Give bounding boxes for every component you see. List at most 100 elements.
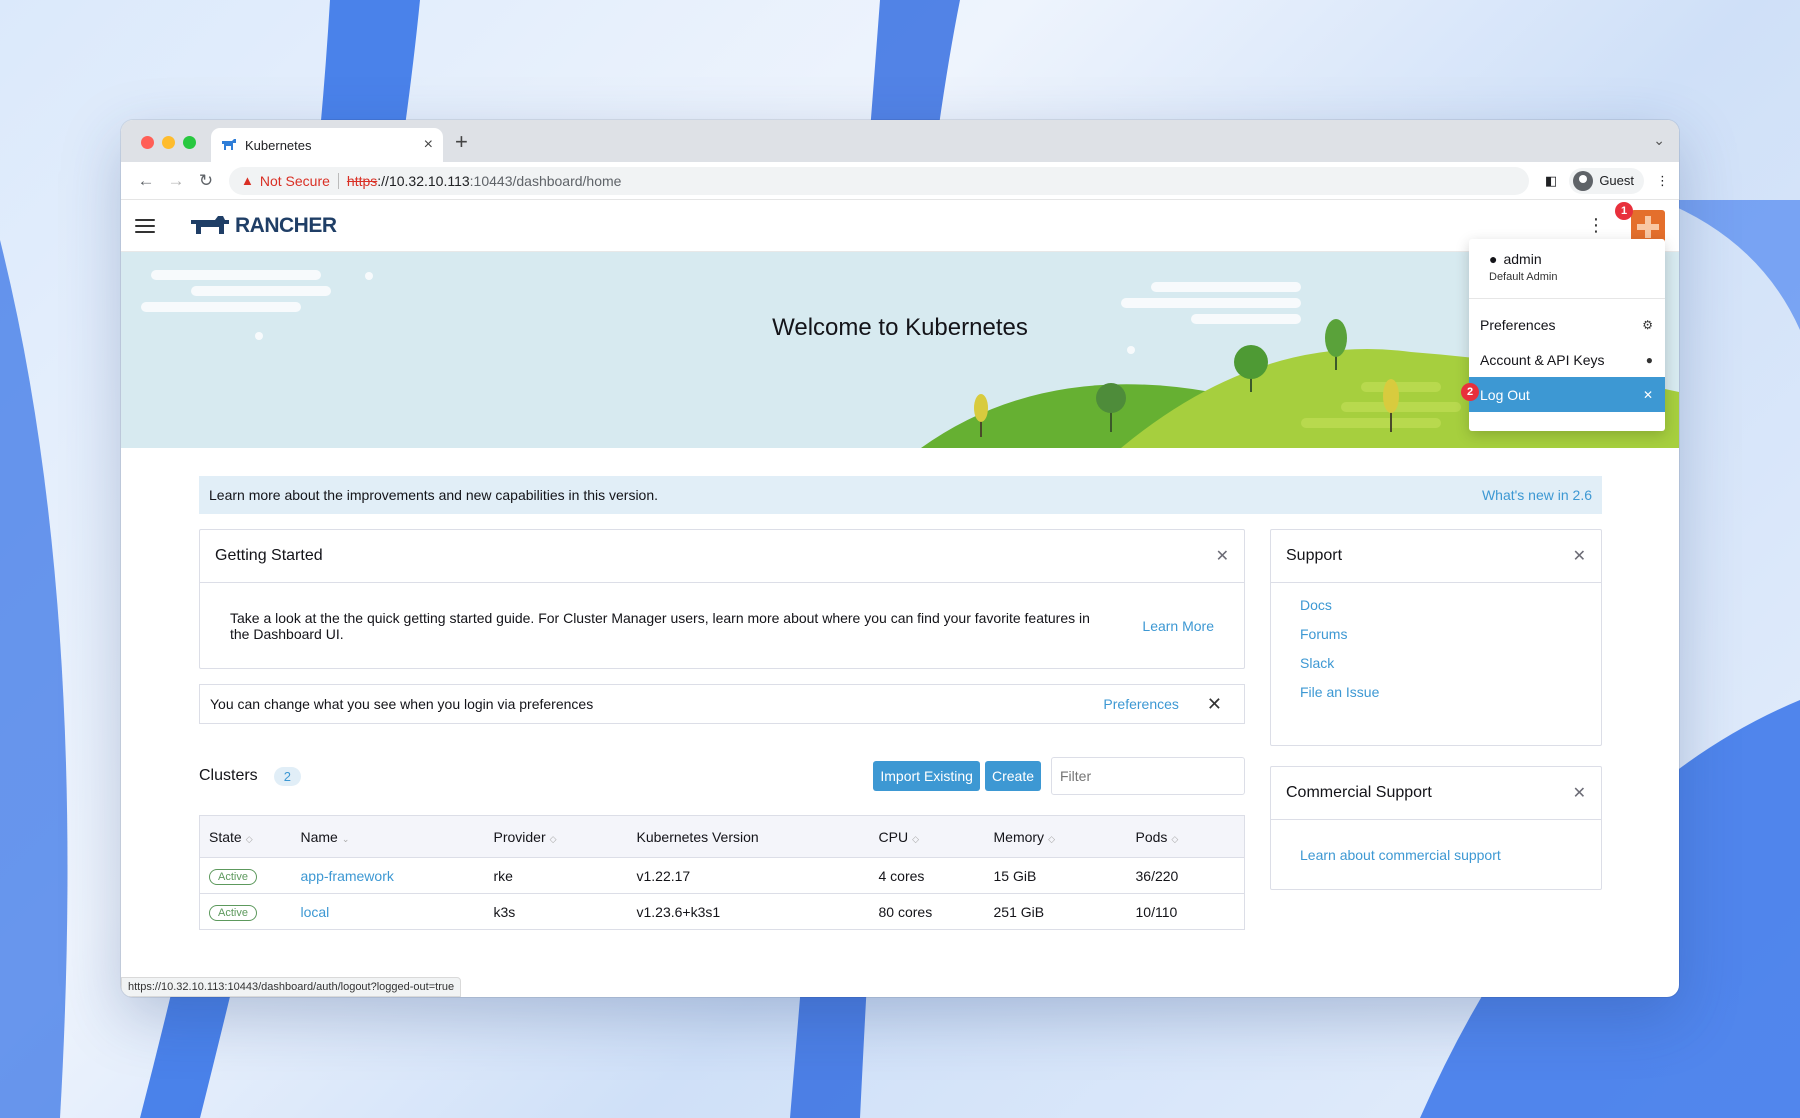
profile-avatar-icon (1573, 170, 1594, 191)
menu-item-preferences[interactable]: Preferences ⚙ (1469, 307, 1665, 342)
table-row: Active app-framework rke v1.22.17 4 core… (199, 857, 1245, 894)
url-scheme: https (346, 172, 378, 189)
memory-cell: 251 GiB (984, 893, 1127, 930)
sort-icon: ◇ (1171, 833, 1179, 844)
pods-cell: 36/220 (1126, 857, 1245, 894)
banner-illustration (141, 270, 1679, 448)
column-header-state[interactable]: State ◇ (199, 815, 292, 858)
card-title: Support (1286, 547, 1343, 564)
forward-arrow-icon[interactable]: → (161, 171, 191, 191)
preferences-notice: You can change what you see when you log… (199, 684, 1245, 724)
file-issue-link[interactable]: File an Issue (1300, 684, 1572, 700)
rancher-bull-icon (191, 215, 229, 234)
window-controls (141, 136, 196, 149)
whats-new-link[interactable]: What's new in 2.6 (1482, 487, 1592, 503)
tab-bar: Kubernetes × + ⌄ (121, 120, 1679, 162)
sort-icon: ◇ (912, 833, 919, 844)
memory-cell: 15 GiB (984, 857, 1127, 894)
browser-toolbar: ← → ↻ ▲ Not Secure https ://10.32.10.113… (121, 162, 1679, 200)
warning-icon: ▲ (241, 173, 254, 188)
clusters-count-badge: 2 (273, 766, 301, 786)
import-existing-button[interactable]: Import Existing (873, 761, 980, 791)
filter-input[interactable] (1051, 757, 1245, 795)
cluster-name-link[interactable]: local (301, 904, 330, 920)
getting-started-card: Getting Started ✕ Take a look at the the… (199, 529, 1245, 669)
menu-item-label: Preferences (1480, 316, 1556, 333)
column-header-version: Kubernetes Version (627, 815, 870, 858)
reload-icon[interactable]: ↻ (191, 171, 221, 191)
profile-button[interactable]: Guest (1569, 167, 1644, 194)
address-bar[interactable]: ▲ Not Secure https ://10.32.10.113 :1044… (229, 166, 1529, 195)
status-badge: Active (209, 868, 257, 885)
menu-item-account-api-keys[interactable]: Account & API Keys ● (1469, 342, 1665, 377)
getting-started-text: Take a look at the the quick getting sta… (230, 609, 1090, 642)
tab-search-chevron-icon[interactable]: ⌄ (1653, 132, 1665, 149)
security-label[interactable]: Not Secure (260, 173, 330, 189)
preferences-notice-text: You can change what you see when you log… (210, 696, 594, 712)
learn-more-link[interactable]: Learn More (1142, 618, 1214, 634)
rancher-header: RANCHER ⋮ 1 (121, 200, 1679, 252)
forums-link[interactable]: Forums (1300, 626, 1572, 642)
commercial-support-link[interactable]: Learn about commercial support (1300, 847, 1501, 863)
url-path: :10443/dashboard/home (469, 172, 622, 189)
profile-label: Guest (1599, 173, 1634, 188)
column-header-memory[interactable]: Memory ◇ (984, 815, 1127, 858)
sort-icon: ◇ (1048, 833, 1055, 844)
status-badge: Active (209, 904, 257, 921)
docs-link[interactable]: Docs (1300, 597, 1572, 613)
minimize-window-button[interactable] (162, 136, 175, 149)
provider-cell: k3s (484, 893, 628, 930)
back-arrow-icon[interactable]: ← (131, 171, 161, 191)
browser-menu-icon[interactable]: ⋮ (1656, 173, 1669, 189)
side-panel-icon[interactable]: ◧ (1545, 173, 1557, 189)
hamburger-menu-icon[interactable] (135, 218, 155, 233)
close-icon[interactable]: ✕ (1573, 783, 1586, 803)
column-header-name[interactable]: Name ⌄ (291, 815, 485, 858)
divider (337, 172, 339, 189)
header-kebab-menu-icon[interactable]: ⋮ (1587, 216, 1605, 234)
menu-item-log-out[interactable]: Log Out ✕ (1469, 377, 1665, 412)
close-icon[interactable]: ✕ (1573, 546, 1586, 566)
card-title: Getting Started (215, 547, 323, 564)
sort-icon: ◇ (549, 833, 557, 844)
preferences-link[interactable]: Preferences (1103, 696, 1178, 712)
column-header-provider[interactable]: Provider ◇ (484, 815, 628, 858)
commercial-support-card: Commercial Support ✕ Learn about commerc… (1270, 766, 1602, 890)
column-header-pods[interactable]: Pods ◇ (1126, 815, 1245, 858)
cluster-name-link[interactable]: app-framework (301, 868, 394, 884)
clusters-table: State ◇ Name ⌄ Provider ◇ Kubernetes Versio… (199, 815, 1245, 930)
banner-title: Welcome to Kubernetes (772, 314, 1028, 341)
step-badge-two: 2 (1461, 383, 1479, 401)
close-icon: ✕ (1642, 387, 1653, 402)
user-icon: ● (1489, 251, 1498, 267)
table-row: Active local k3s v1.23.6+k3s1 80 cores 2… (199, 893, 1245, 930)
create-button[interactable]: Create (984, 761, 1041, 791)
url-host: ://10.32.10.113 (377, 172, 470, 189)
user-role: Default Admin (1489, 271, 1558, 283)
slack-link[interactable]: Slack (1300, 655, 1572, 671)
sort-icon: ⌄ (341, 833, 350, 844)
close-icon[interactable]: ✕ (1207, 694, 1222, 715)
column-header-cpu[interactable]: CPU ◇ (869, 815, 985, 858)
gear-icon: ⚙ (1642, 317, 1653, 332)
user-icon: ● (1645, 352, 1653, 367)
clusters-title: Clusters (199, 767, 258, 784)
user-menu-dropdown: ● admin Default Admin Preferences ⚙ Acco… (1461, 239, 1665, 431)
version-notice: Learn more about the improvements and ne… (199, 476, 1602, 514)
rancher-favicon-icon (222, 139, 236, 150)
tab-close-icon[interactable]: × (424, 136, 433, 154)
main-content: Learn more about the improvements and ne… (199, 476, 1602, 930)
support-card: Support ✕ Docs Forums Slack File an Issu… (1270, 529, 1602, 746)
cpu-cell: 4 cores (869, 857, 985, 894)
tab-title: Kubernetes (245, 137, 312, 153)
browser-tab[interactable]: Kubernetes × (211, 128, 443, 162)
new-tab-button[interactable]: + (455, 129, 468, 155)
user-info: ● admin Default Admin (1469, 239, 1665, 299)
maximize-window-button[interactable] (183, 136, 196, 149)
rancher-logo[interactable]: RANCHER (191, 214, 337, 238)
clusters-header: Clusters 2 Import Existing Create (199, 757, 1245, 795)
card-title: Commercial Support (1286, 784, 1432, 801)
close-icon[interactable]: ✕ (1216, 546, 1229, 566)
close-window-button[interactable] (141, 136, 154, 149)
link-status-bar: https://10.32.10.113:10443/dashboard/aut… (121, 977, 462, 997)
